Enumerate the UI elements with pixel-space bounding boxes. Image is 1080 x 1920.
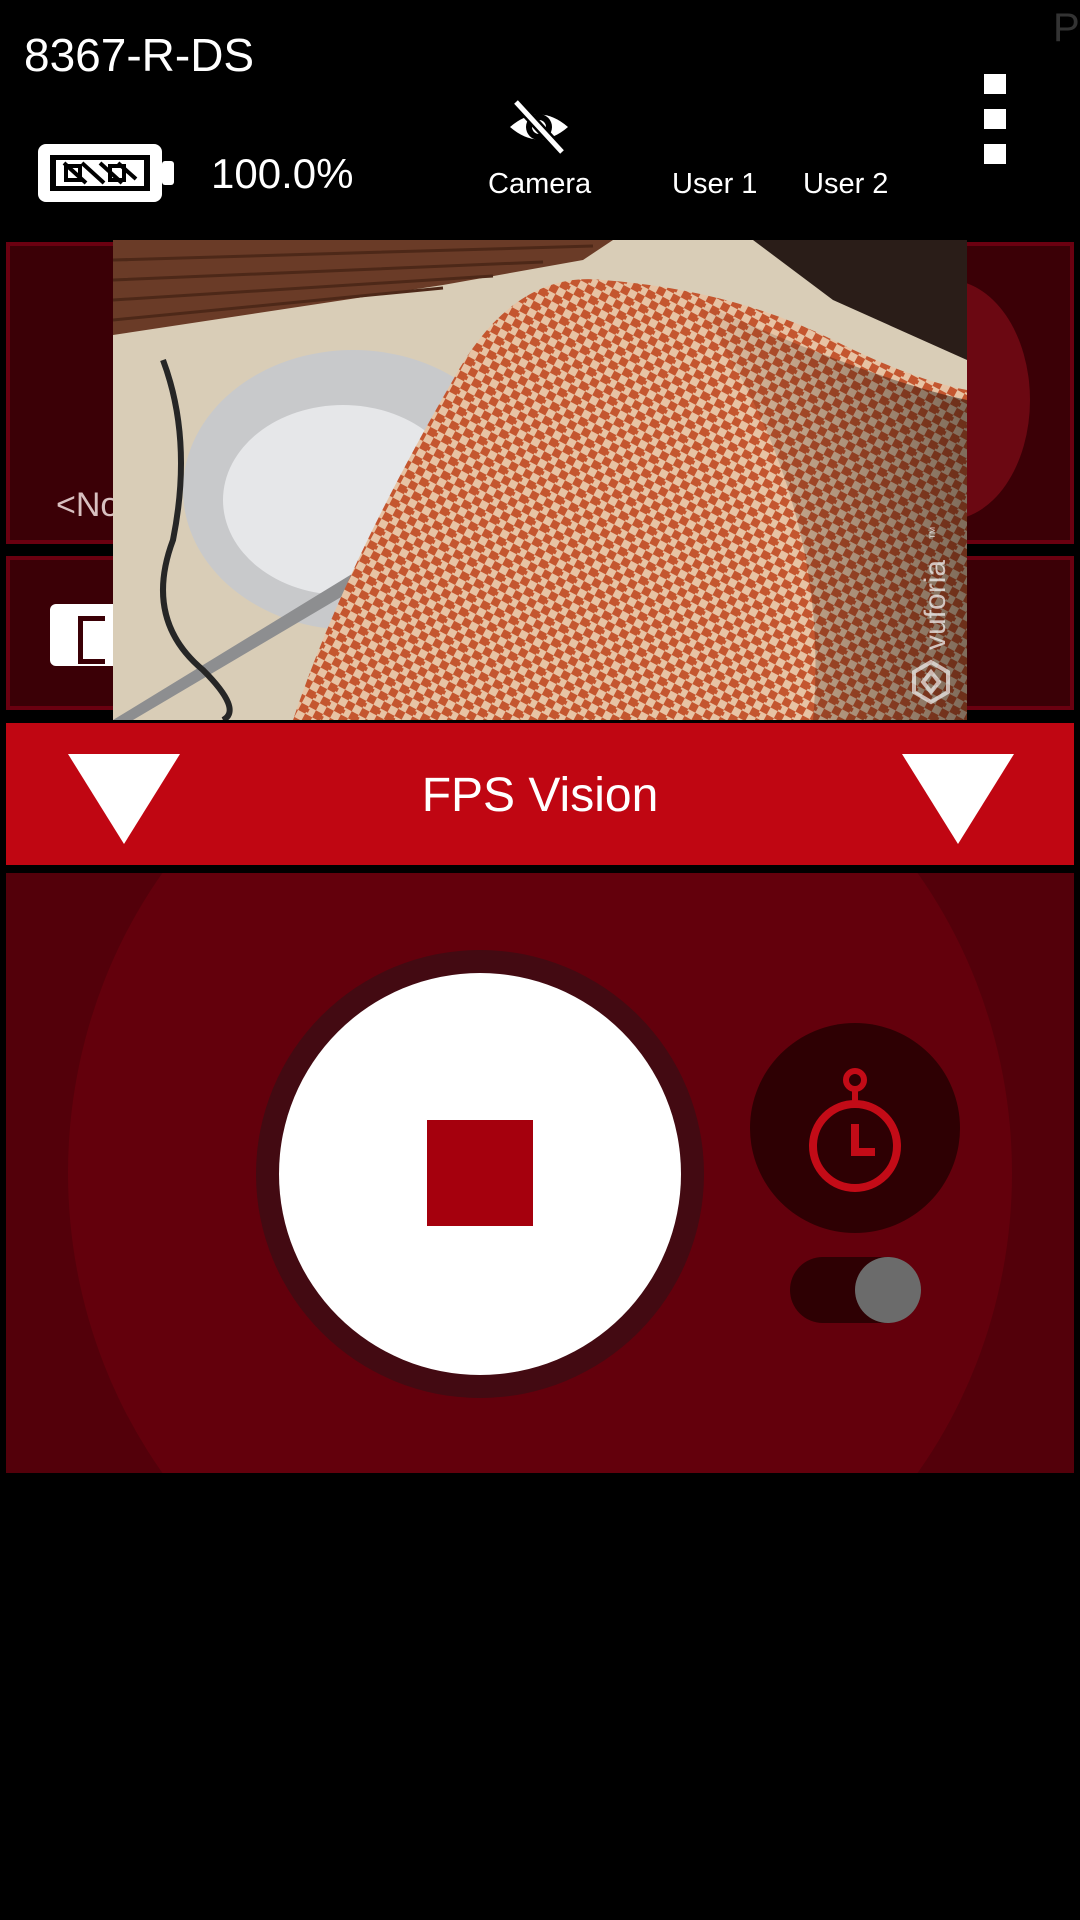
vuforia-watermark: vuforia: [919, 560, 952, 650]
triangle-down-icon[interactable]: [68, 754, 180, 844]
timer-toggle-knob[interactable]: [855, 1257, 921, 1323]
selector-icon-glyph: [78, 616, 105, 664]
stopwatch-icon: [809, 1068, 901, 1192]
battery-percentage: 100.0%: [211, 150, 354, 197]
stop-icon: [427, 1120, 533, 1226]
robot-name: 8367-R-DS: [24, 29, 255, 81]
user2-tab[interactable]: User 2: [803, 168, 888, 201]
vuforia-trademark: ™: [926, 526, 942, 540]
more-vertical-icon[interactable]: [984, 74, 1006, 164]
corner-letter: P: [1053, 6, 1080, 50]
camera-preview: vuforia ™: [113, 240, 967, 720]
battery-full-icon: [38, 144, 174, 202]
camera-tab[interactable]: Camera: [488, 168, 591, 201]
user1-tab[interactable]: User 1: [672, 168, 757, 201]
opmode-selected-text: <No: [56, 486, 120, 524]
eye-off-icon[interactable]: [506, 98, 572, 156]
triangle-down-icon[interactable]: [902, 754, 1014, 844]
